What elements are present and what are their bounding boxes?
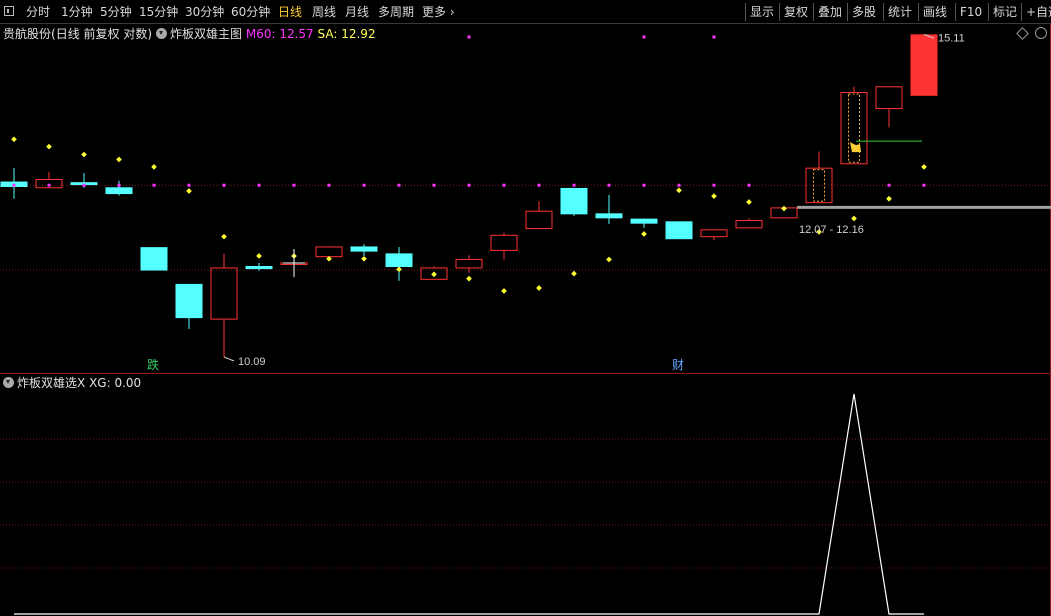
xg-line xyxy=(14,393,924,615)
badge-die: 跌 xyxy=(147,357,159,372)
sa-dot xyxy=(781,205,787,212)
sa-dot xyxy=(186,188,192,194)
sa-dot xyxy=(361,255,367,262)
candle-body xyxy=(910,34,938,96)
candle-body xyxy=(140,247,168,271)
m60-dot xyxy=(677,183,681,187)
sa-dot xyxy=(151,164,157,170)
sa-dot xyxy=(221,233,227,240)
candle-body xyxy=(595,213,623,219)
candle-body xyxy=(735,219,763,229)
sa-dot xyxy=(886,195,892,202)
top-signal-dot xyxy=(642,35,646,39)
sa-dot xyxy=(676,187,682,194)
low-pointer xyxy=(223,356,235,362)
candle-body xyxy=(665,221,693,240)
m60-dot xyxy=(607,183,611,187)
candle-body xyxy=(315,246,343,258)
sa-dot xyxy=(116,156,122,163)
sa-dot xyxy=(711,193,717,199)
top-signal-dot xyxy=(712,35,716,39)
badge-cai: 财 xyxy=(672,358,684,372)
kline-chart[interactable]: 15.11 10.09 12.07 - 12.16 跌 财 xyxy=(0,0,1051,616)
candle-body xyxy=(245,266,273,270)
candle-body xyxy=(490,234,518,251)
sa-dot xyxy=(536,285,542,291)
sa-dot xyxy=(431,271,437,278)
sa-dot xyxy=(256,253,262,259)
m60-dot xyxy=(642,183,646,187)
high-label: 15.11 xyxy=(938,32,965,44)
candle-body xyxy=(175,283,203,319)
sa-dot xyxy=(746,199,752,205)
sa-dot xyxy=(11,136,17,143)
m60-dot xyxy=(82,183,86,187)
candle-body xyxy=(210,267,238,320)
sa-dot xyxy=(501,288,507,294)
m60-dot xyxy=(152,183,156,187)
candle-body xyxy=(385,253,413,268)
m60-dot xyxy=(12,183,16,187)
m60-dot xyxy=(117,183,121,187)
m60-dot xyxy=(222,183,226,187)
candle-body xyxy=(700,229,728,238)
sa-dot xyxy=(466,275,472,282)
m60-dot xyxy=(327,183,331,187)
sa-dot xyxy=(641,231,647,237)
m60-dot xyxy=(747,183,751,187)
candle-body xyxy=(560,187,588,215)
sa-dot xyxy=(571,270,577,277)
candle-body xyxy=(105,187,133,195)
candle-body xyxy=(630,218,658,224)
low-label: 10.09 xyxy=(238,356,266,368)
m60-dot xyxy=(467,183,471,187)
m60-dot xyxy=(432,183,436,187)
m60-dot xyxy=(47,183,51,187)
m60-dot xyxy=(292,183,296,187)
m60-dot xyxy=(502,183,506,187)
candle-body xyxy=(525,210,553,230)
sa-dot xyxy=(396,266,402,273)
candle-body xyxy=(875,86,903,110)
m60-dot xyxy=(397,183,401,187)
m60-dot xyxy=(712,183,716,187)
sa-dot xyxy=(921,164,927,170)
m60-dot xyxy=(887,183,891,187)
sa-dot xyxy=(46,143,52,150)
m60-dot xyxy=(922,183,926,187)
m60-dot xyxy=(572,183,576,187)
candle-body xyxy=(455,258,483,269)
m60-dot xyxy=(257,183,261,187)
candle-body xyxy=(840,91,868,165)
m60-dot xyxy=(537,183,541,187)
m60-dot xyxy=(362,183,366,187)
candle-body xyxy=(350,246,378,252)
sa-dot xyxy=(606,256,612,263)
top-signal-dot xyxy=(467,35,471,39)
m60-dot xyxy=(187,183,191,187)
sa-dot xyxy=(851,215,857,222)
range-label: 12.07 - 12.16 xyxy=(799,224,864,236)
sa-dot xyxy=(81,151,87,158)
